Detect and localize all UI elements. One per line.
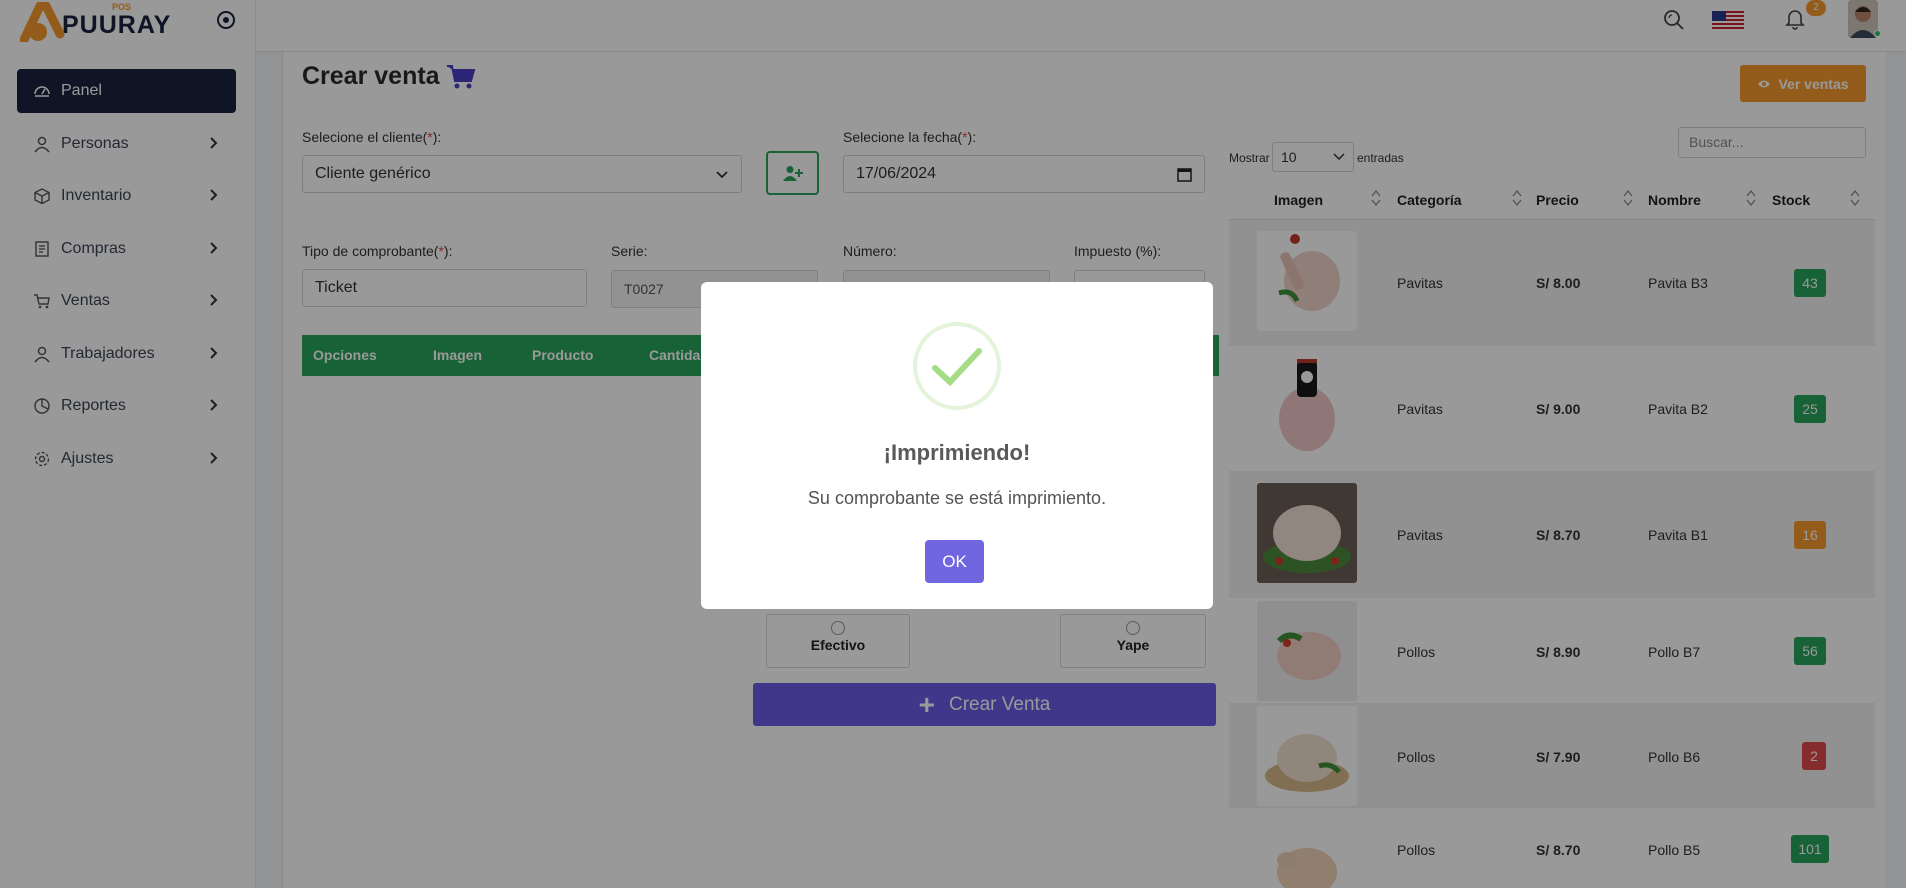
dialog-title: ¡Imprimiendo! (883, 440, 1031, 465)
success-check-icon (913, 322, 1001, 410)
printing-dialog: ¡Imprimiendo! Su comprobante se está imp… (701, 282, 1213, 609)
ok-button[interactable]: OK (925, 540, 984, 583)
dialog-message: Su comprobante se está imprimiento. (807, 488, 1107, 508)
